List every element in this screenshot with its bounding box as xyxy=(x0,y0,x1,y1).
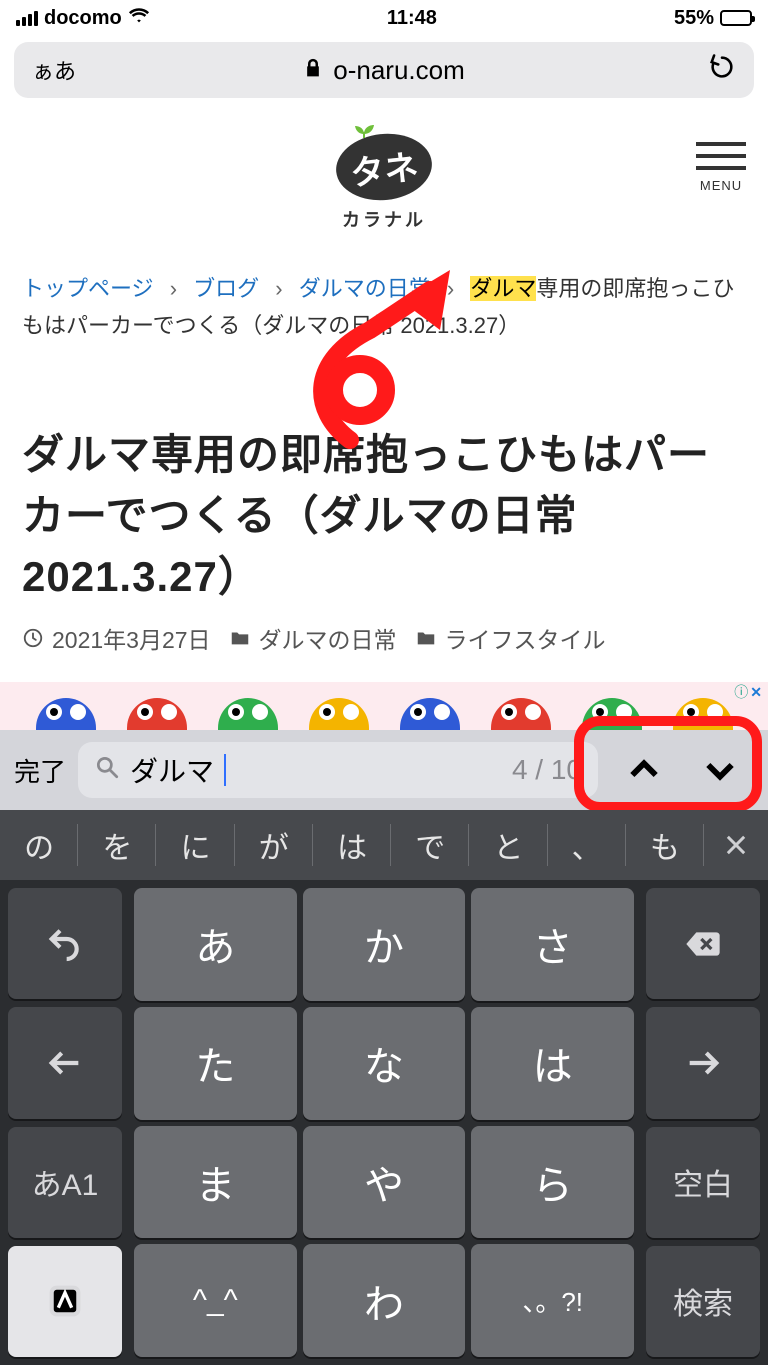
undo-icon xyxy=(45,924,85,964)
domain-label: o-naru.com xyxy=(333,55,465,86)
folder-icon xyxy=(229,627,251,649)
suggestion-key[interactable]: が xyxy=(235,810,313,880)
battery-percent-label: 55% xyxy=(674,7,714,30)
search-icon xyxy=(94,754,120,787)
arrow-right-icon xyxy=(683,1043,723,1083)
battery-icon xyxy=(720,10,752,26)
kana-key[interactable]: さ xyxy=(471,888,634,1001)
punct-key[interactable]: 、。?! xyxy=(471,1244,634,1357)
cursor-right-key[interactable] xyxy=(646,1007,760,1118)
space-key[interactable]: 空白 xyxy=(646,1127,760,1238)
kana-key[interactable]: わ xyxy=(303,1244,466,1357)
ad-close-icon[interactable]: ✕ xyxy=(750,684,762,701)
breadcrumb: トップページ › ブログ › ダルマの日常 › ダルマ専用の即席抱っこひもはパー… xyxy=(22,270,746,345)
kana-key[interactable]: ま xyxy=(134,1126,297,1239)
chevron-down-icon xyxy=(700,750,740,790)
safari-address-bar[interactable]: ぁあ o-naru.com xyxy=(14,42,754,98)
ime-icon xyxy=(45,1281,85,1321)
clock-icon xyxy=(22,627,44,649)
backspace-key[interactable] xyxy=(646,888,760,999)
meta-date: 2021年3月27日 xyxy=(22,621,211,655)
clock-label: 11:48 xyxy=(387,7,437,30)
ad-banner[interactable]: ⓘ ✕ xyxy=(0,682,768,732)
suggestion-key[interactable]: に xyxy=(156,810,234,880)
status-right: 55% xyxy=(674,7,752,30)
kana-key[interactable]: や xyxy=(303,1126,466,1239)
cursor-left-key[interactable] xyxy=(8,1007,122,1118)
site-logo[interactable]: タネ カラナル xyxy=(336,134,432,232)
kana-key[interactable]: た xyxy=(134,1007,297,1120)
kana-key[interactable]: あ xyxy=(134,888,297,1001)
search-highlight: ダルマ xyxy=(470,276,536,301)
ime-switch-key[interactable] xyxy=(8,1246,122,1357)
keyboard-left-column: あA1 xyxy=(0,880,130,1365)
find-query-text: ダルマ xyxy=(130,750,214,790)
site-header: タネ カラナル MENU xyxy=(22,108,746,232)
breadcrumb-sep: › xyxy=(170,276,177,301)
logo-text-main: タネ xyxy=(333,129,435,205)
folder-icon xyxy=(415,627,437,649)
reader-aa-button[interactable]: ぁあ xyxy=(32,54,82,86)
suggestion-key[interactable]: 、 xyxy=(548,810,626,880)
emoji-key[interactable]: ^_^ xyxy=(134,1244,297,1357)
close-icon xyxy=(722,831,750,859)
ad-info-icon[interactable]: ⓘ xyxy=(734,682,748,702)
find-next-button[interactable] xyxy=(686,740,754,800)
menu-label: MENU xyxy=(700,178,742,193)
input-mode-key[interactable]: あA1 xyxy=(8,1127,122,1238)
suggestion-close-button[interactable] xyxy=(704,810,768,880)
article-title: ダルマ専用の即席抱っこひもはパーカーでつくる（ダルマの日常2021.3.27） xyxy=(22,425,746,608)
undo-key[interactable] xyxy=(8,888,122,999)
breadcrumb-sep: › xyxy=(275,276,282,301)
find-done-button[interactable]: 完了 xyxy=(14,752,66,789)
find-prev-button[interactable] xyxy=(610,740,678,800)
status-bar: docomo 11:48 55% xyxy=(0,0,768,36)
reload-icon[interactable] xyxy=(708,56,736,87)
kana-key[interactable]: は xyxy=(471,1007,634,1120)
lock-icon xyxy=(303,55,323,86)
suggestion-key[interactable]: は xyxy=(313,810,391,880)
hamburger-menu-button[interactable]: MENU xyxy=(696,142,746,193)
suggestion-key[interactable]: も xyxy=(626,810,704,880)
kana-key[interactable]: か xyxy=(303,888,466,1001)
kana-key[interactable]: な xyxy=(303,1007,466,1120)
logo-text-sub: カラナル xyxy=(342,206,426,232)
carrier-label: docomo xyxy=(44,7,122,30)
cellular-signal-icon xyxy=(16,11,38,26)
url-display[interactable]: o-naru.com xyxy=(82,55,686,86)
kana-key[interactable]: ら xyxy=(471,1126,634,1239)
keyboard-right-column: 空白 検索 xyxy=(638,880,768,1365)
text-cursor xyxy=(224,754,226,786)
software-keyboard: の を に が は で と 、 も あA1 あ か さ た xyxy=(0,810,768,1365)
wifi-icon xyxy=(128,4,150,32)
status-left: docomo xyxy=(16,4,150,32)
search-key[interactable]: 検索 xyxy=(646,1246,760,1357)
keyboard-suggestion-row: の を に が は で と 、 も xyxy=(0,810,768,880)
breadcrumb-sep: › xyxy=(447,276,454,301)
article-meta: 2021年3月27日 ダルマの日常 ライフスタイル xyxy=(22,621,746,655)
find-in-page-bar: 完了 ダルマ 4 / 10 xyxy=(0,730,768,810)
hamburger-icon xyxy=(696,142,746,170)
find-match-count: 4 / 10 xyxy=(512,754,582,786)
breadcrumb-item[interactable]: ブログ xyxy=(193,276,259,301)
meta-category[interactable]: ライフスタイル xyxy=(415,621,606,655)
breadcrumb-item[interactable]: ダルマの日常 xyxy=(299,276,431,301)
backspace-icon xyxy=(683,924,723,964)
meta-category[interactable]: ダルマの日常 xyxy=(229,621,397,655)
find-input[interactable]: ダルマ 4 / 10 xyxy=(78,742,598,798)
suggestion-key[interactable]: を xyxy=(78,810,156,880)
arrow-left-icon xyxy=(45,1043,85,1083)
suggestion-key[interactable]: の xyxy=(0,810,78,880)
suggestion-key[interactable]: で xyxy=(391,810,469,880)
keyboard-kana-grid: あ か さ た な は ま や ら ^_^ わ 、。?! xyxy=(130,880,638,1365)
chevron-up-icon xyxy=(624,750,664,790)
web-page: タネ カラナル MENU トップページ › ブログ › ダルマの日常 › ダルマ… xyxy=(0,108,768,655)
suggestion-key[interactable]: と xyxy=(469,810,547,880)
breadcrumb-item[interactable]: トップページ xyxy=(22,276,154,301)
